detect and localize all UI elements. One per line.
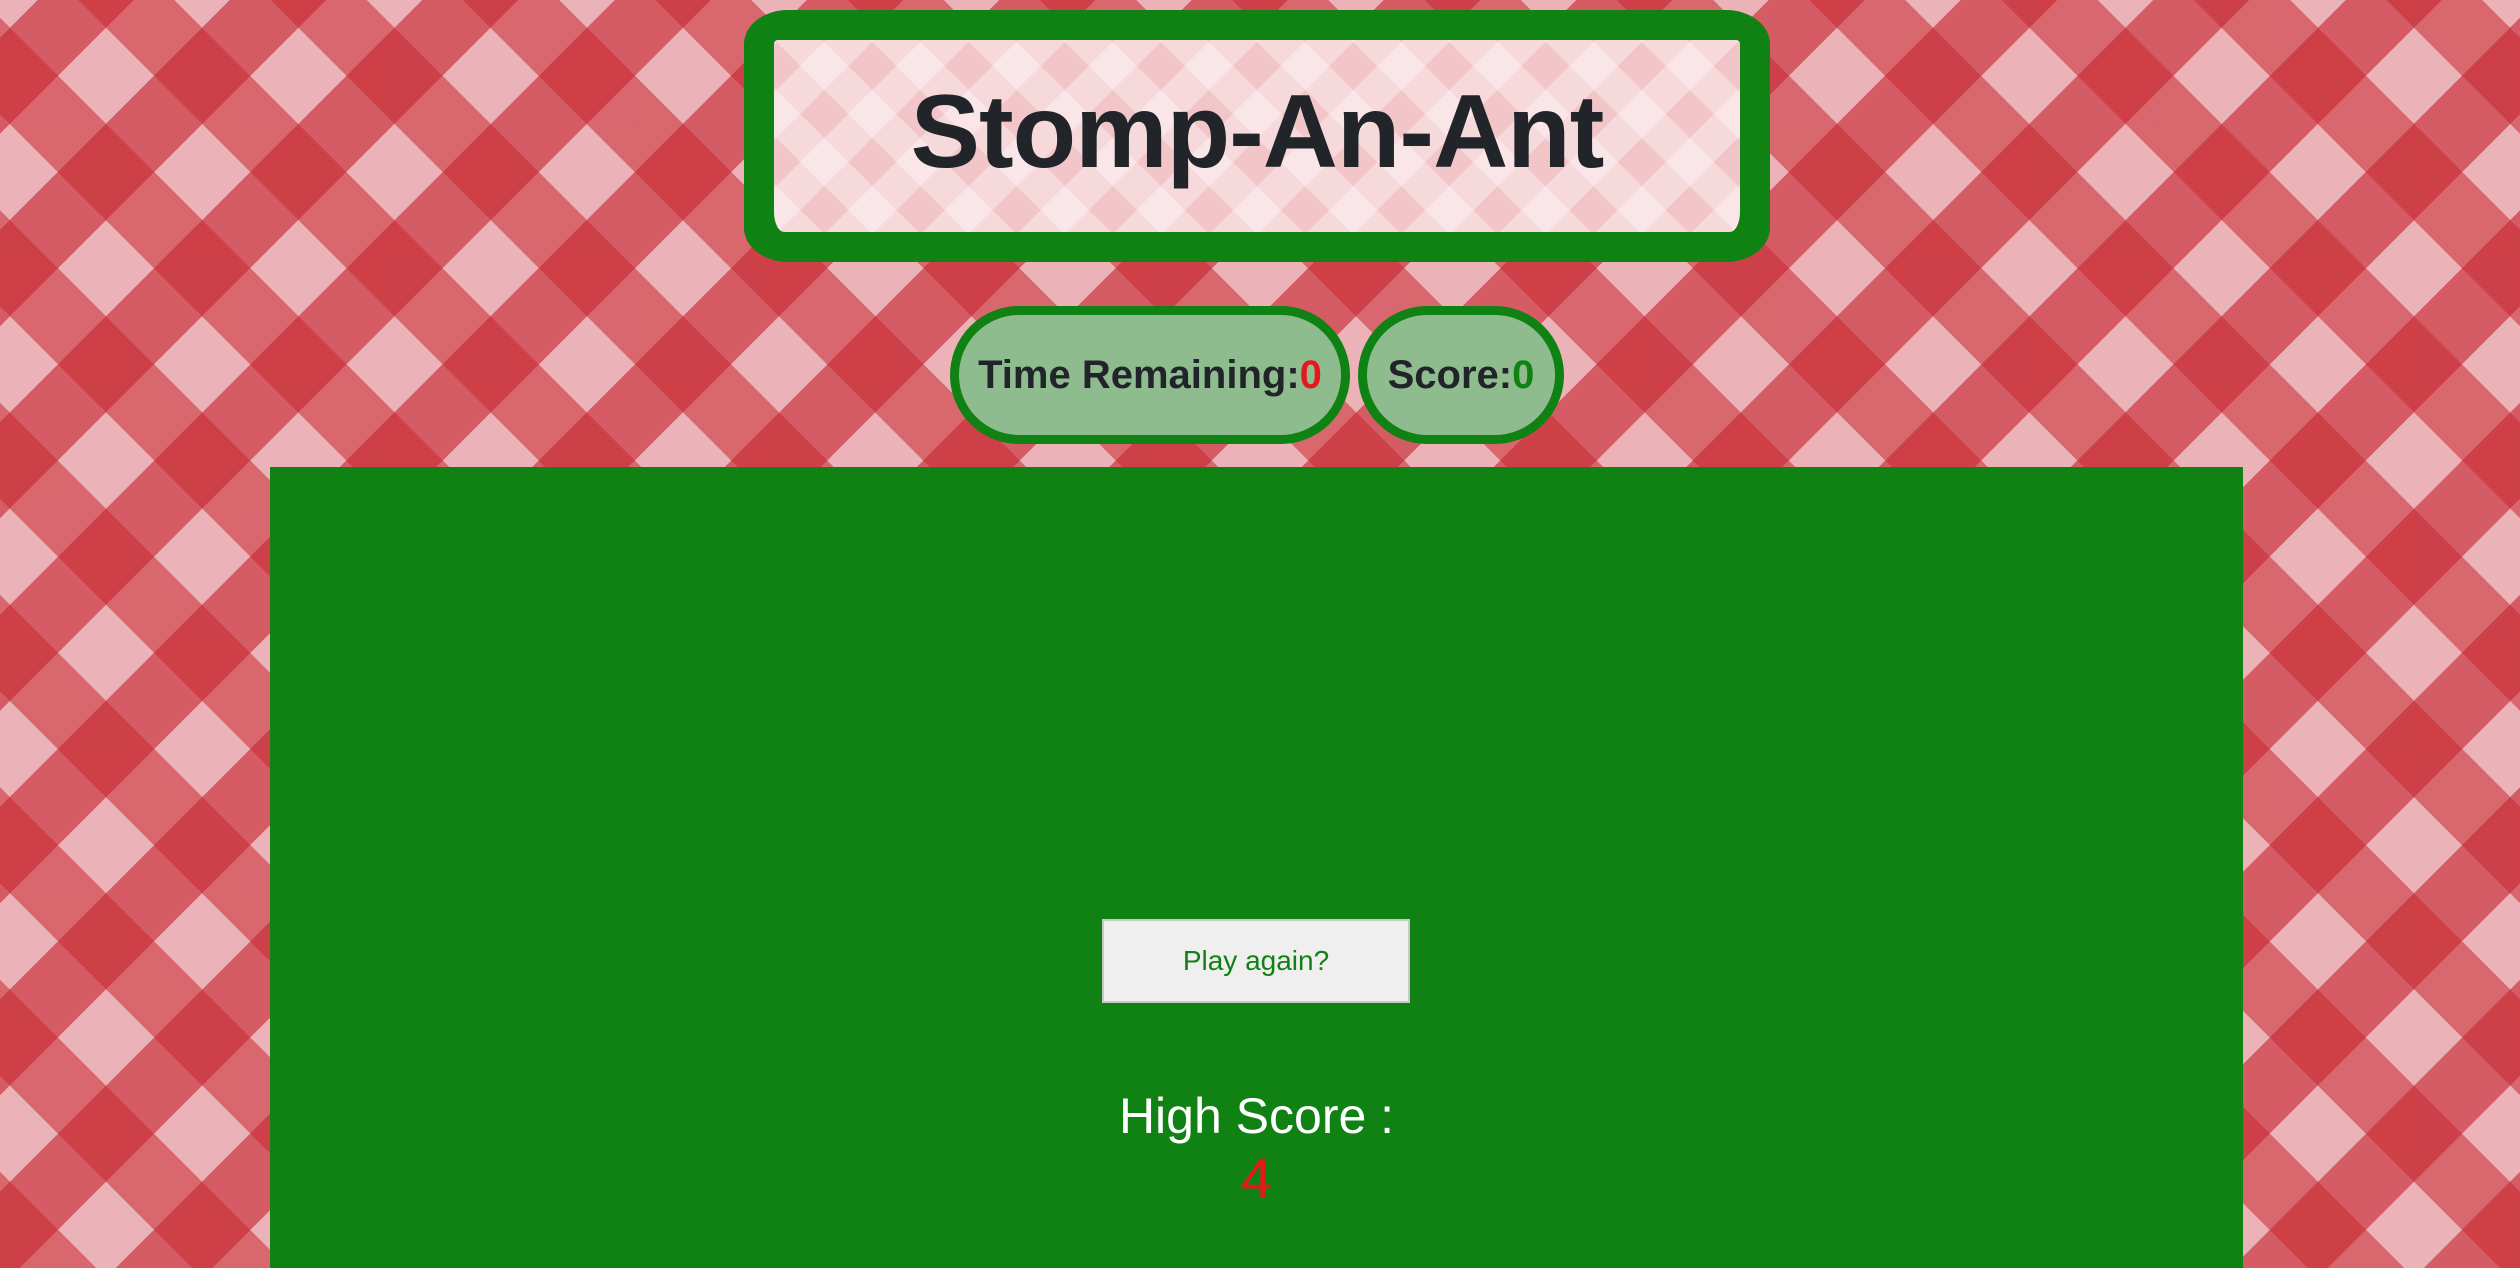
- time-remaining-label: Time Remaining:: [978, 352, 1300, 397]
- score-label: Score:: [1387, 352, 1513, 397]
- score-display: Score: 0: [1358, 306, 1564, 444]
- game-title: Stomp-An-Ant: [910, 73, 1605, 190]
- title-panel: Stomp-An-Ant: [774, 40, 1740, 232]
- high-score-value: 4: [1240, 1146, 1273, 1209]
- high-score-label: High Score :: [1118, 1088, 1395, 1144]
- score-value: 0: [1512, 352, 1535, 397]
- play-again-button[interactable]: Play again?: [1102, 919, 1410, 1003]
- time-remaining-display: Time Remaining: 0: [950, 306, 1350, 444]
- time-remaining-value: 0: [1299, 352, 1322, 397]
- game-board[interactable]: Play again? High Score : 4: [270, 467, 2243, 1268]
- title-banner: Stomp-An-Ant: [744, 10, 1770, 262]
